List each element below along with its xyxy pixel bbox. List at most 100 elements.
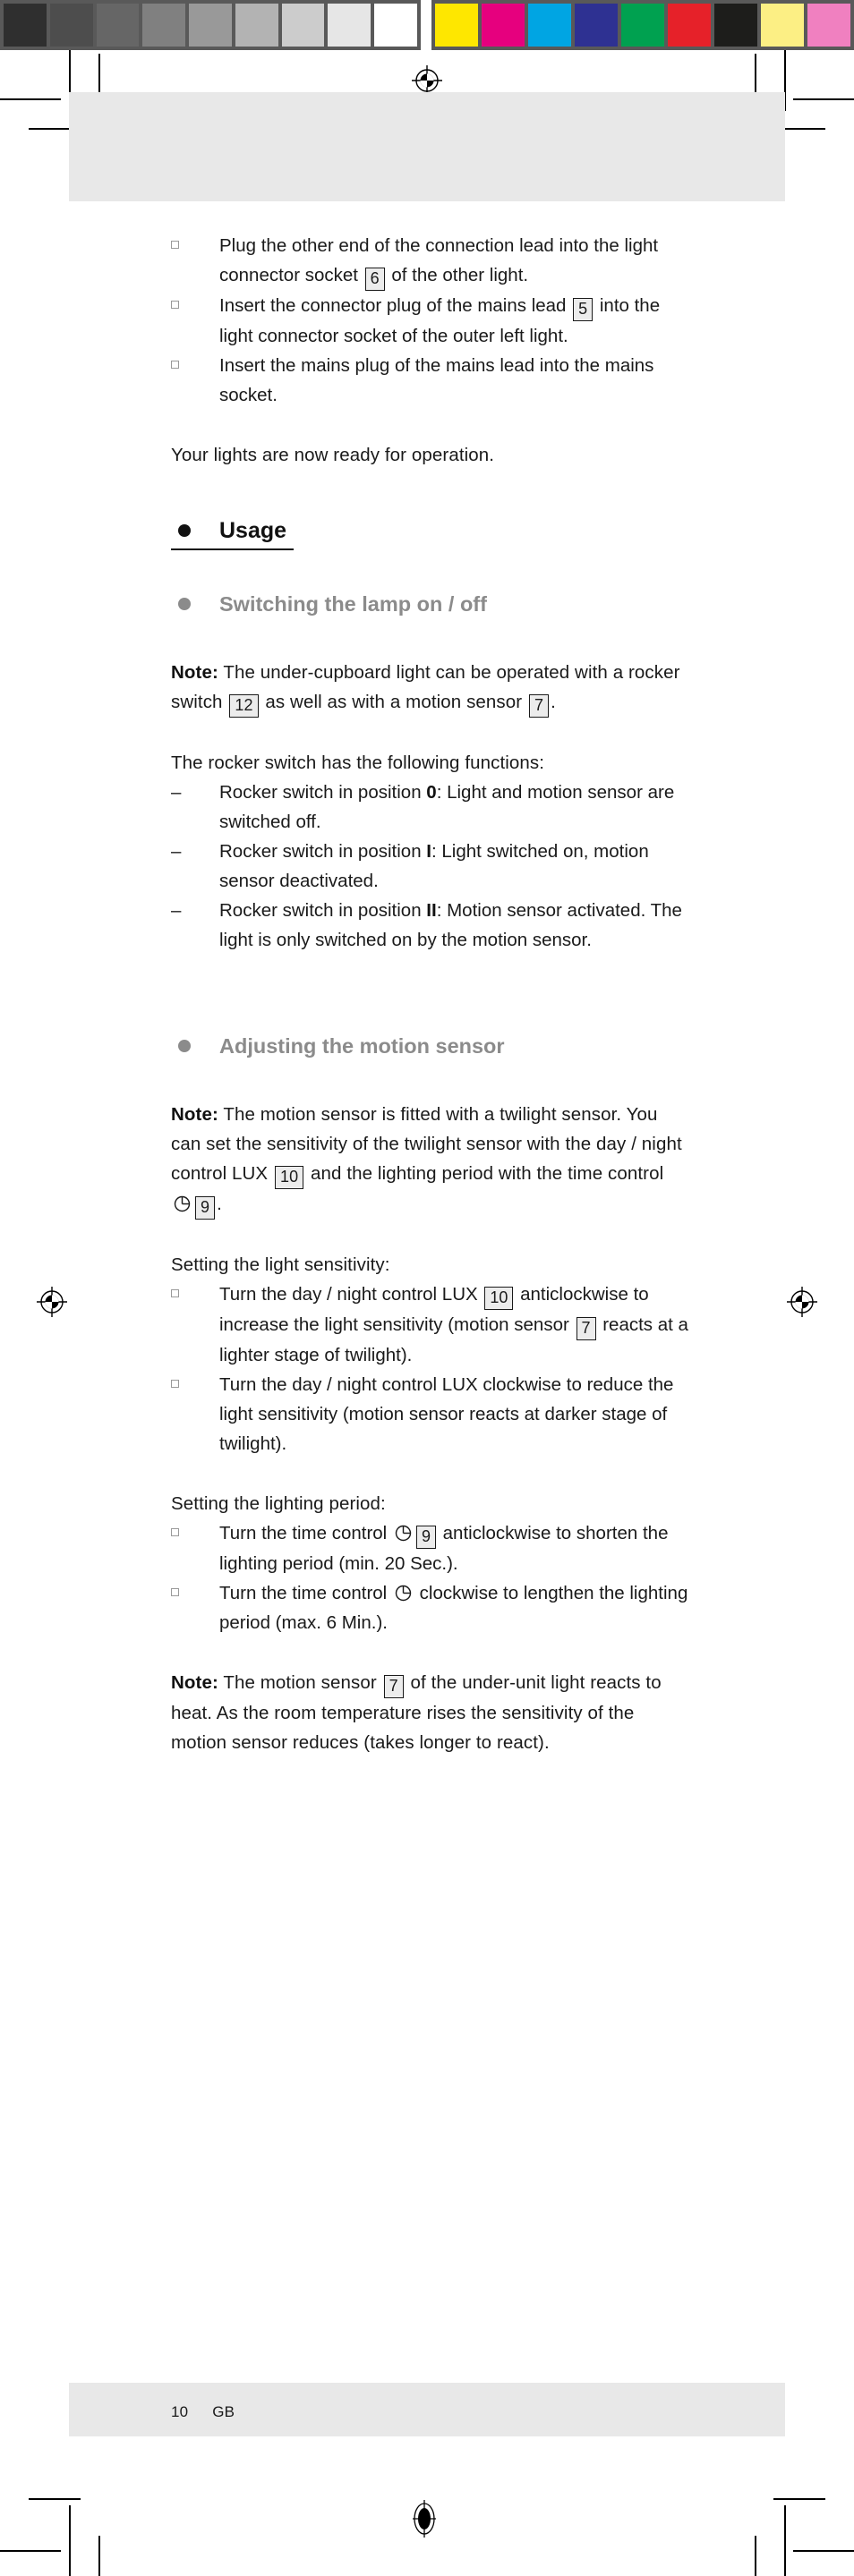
part-reference-number: 6 [364,268,385,291]
color-swatch [528,4,571,47]
footer-language-code: GB [212,2403,235,2420]
page-content: Plug the other end of the connection lea… [171,231,690,1757]
page-header-band [69,92,785,201]
heading-switching-label: Switching the lamp on / off [219,592,487,616]
part-reference-number: 5 [573,298,594,321]
color-swatch [435,4,478,47]
color-swatch [328,4,371,47]
color-swatch [96,4,140,47]
clock-icon [395,1525,412,1542]
color-swatch [714,4,757,47]
color-swatch [189,4,232,47]
color-swatch [621,4,664,47]
sensitivity-lead: Setting the light sensitivity: [171,1254,390,1275]
color-calibration-bar [431,0,854,50]
square-bullet-icon [171,1578,207,1608]
dash-bullet-icon: – [171,841,182,862]
crop-mark-bottom-left-v [69,2505,71,2576]
list-item: – Rocker switch in position II: Motion se… [171,896,690,955]
list-item: Plug the other end of the connection lea… [171,231,690,291]
color-swatch [807,4,850,47]
color-swatch [142,4,186,47]
list-item-text: Turn the day / night control LUX clockwi… [219,1374,674,1454]
crop-mark-bottom-left-h [0,2550,61,2552]
part-reference-number: 10 [275,1166,304,1189]
heading-switching-lamp: Switching the lamp on / off [171,590,690,618]
list-item-text: Rocker switch in position II: Motion sen… [219,900,682,950]
list-item: Insert the connector plug of the mains l… [171,291,690,351]
bullet-dot-icon [178,598,191,610]
registration-target-left [36,1286,68,1318]
clock-icon [395,1585,412,1602]
list-item-text: Plug the other end of the connection lea… [219,235,658,291]
period-lead: Setting the lighting period: [171,1493,386,1514]
rocker-lead: The rocker switch has the following func… [171,752,545,773]
list-item: Turn the day / night control LUX clockwi… [171,1370,690,1458]
list-item: Insert the mains plug of the mains lead … [171,351,690,410]
square-bullet-icon [171,351,207,380]
heading-usage: Usage [171,516,295,550]
color-swatch [235,4,278,47]
crop-mark-top-left-h [0,98,61,100]
note-label: Note: [171,1104,218,1125]
color-swatch [281,4,325,47]
dash-bullet-icon: – [171,782,182,803]
bullet-dot-icon [178,524,191,537]
heading-adjusting-label: Adjusting the motion sensor [219,1034,505,1058]
square-bullet-icon [171,1370,207,1399]
crop-mark-bottom-right-h2 [773,2498,825,2500]
square-bullet-icon [171,1518,207,1548]
list-item-text: Insert the mains plug of the mains lead … [219,355,654,405]
square-bullet-icon [171,231,207,260]
crop-mark-top-right-h [793,98,854,100]
bullet-dot-icon [178,1040,191,1052]
part-reference-number: 9 [195,1196,216,1220]
part-reference-number: 7 [576,1317,596,1340]
part-reference-number: 7 [529,694,550,718]
press-calibration-strip [0,0,854,50]
color-swatch [49,4,93,47]
crop-mark-bottom-left-h2 [29,2498,81,2500]
usage-heading-wrap: Usage [171,516,690,550]
note-label: Note: [171,1672,218,1693]
note-label: Note: [171,662,218,683]
color-swatch [575,4,618,47]
list-item-text: Turn the day / night control LUX 10 anti… [219,1284,688,1365]
color-swatch [668,4,711,47]
footer-page-number: 10 [171,2403,189,2420]
crop-mark-bottom-left-v2 [98,2536,100,2576]
manual-page: Plug the other end of the connection lea… [69,92,785,2436]
list-item: Turn the time control clockwise to lengt… [171,1578,690,1637]
list-item-text: Turn the time control 9 anticlockwise to… [219,1523,669,1574]
color-swatch [482,4,525,47]
grayscale-calibration-bar [0,0,421,50]
list-item-text: Insert the connector plug of the mains l… [219,295,661,346]
note-sensor: Note: The motion sensor is fitted with a… [171,1100,690,1220]
connection-steps-list: Plug the other end of the connection lea… [171,231,690,410]
color-swatch [761,4,804,47]
part-reference-number: 12 [229,694,259,718]
emphasised-value: 0 [426,782,437,803]
page-footer: 10 GB [171,2403,235,2421]
rocker-functions-list: – Rocker switch in position 0: Light and … [171,778,690,955]
heading-adjusting-sensor: Adjusting the motion sensor [171,1032,690,1060]
part-reference-number: 10 [484,1287,514,1310]
registration-target-bottom [411,2498,438,2539]
ready-paragraph: Your lights are now ready for operation. [171,445,495,465]
list-item: – Rocker switch in position 0: Light and … [171,778,690,837]
light-sensitivity-list: Turn the day / night control LUX 10 anti… [171,1279,690,1458]
lighting-period-list: Turn the time control 9 anticlockwise to… [171,1518,690,1637]
list-item-text: Rocker switch in position 0: Light and m… [219,782,675,832]
emphasised-value: I [426,841,431,862]
heading-usage-label: Usage [219,518,287,543]
crop-mark-bottom-right-h [793,2550,854,2552]
crop-mark-bottom-right-v2 [755,2536,756,2576]
list-item: Turn the day / night control LUX 10 anti… [171,1279,690,1370]
list-item: – Rocker switch in position I: Light swit… [171,837,690,896]
note-heat-reaction: Note: The motion sensor 7 of the under-u… [171,1672,662,1753]
emphasised-value: II [426,900,437,921]
list-item-text: Turn the time control clockwise to lengt… [219,1583,688,1633]
clock-icon [174,1195,191,1212]
part-reference-number: 9 [415,1526,436,1549]
list-item: Turn the time control 9 anticlockwise to… [171,1518,690,1578]
